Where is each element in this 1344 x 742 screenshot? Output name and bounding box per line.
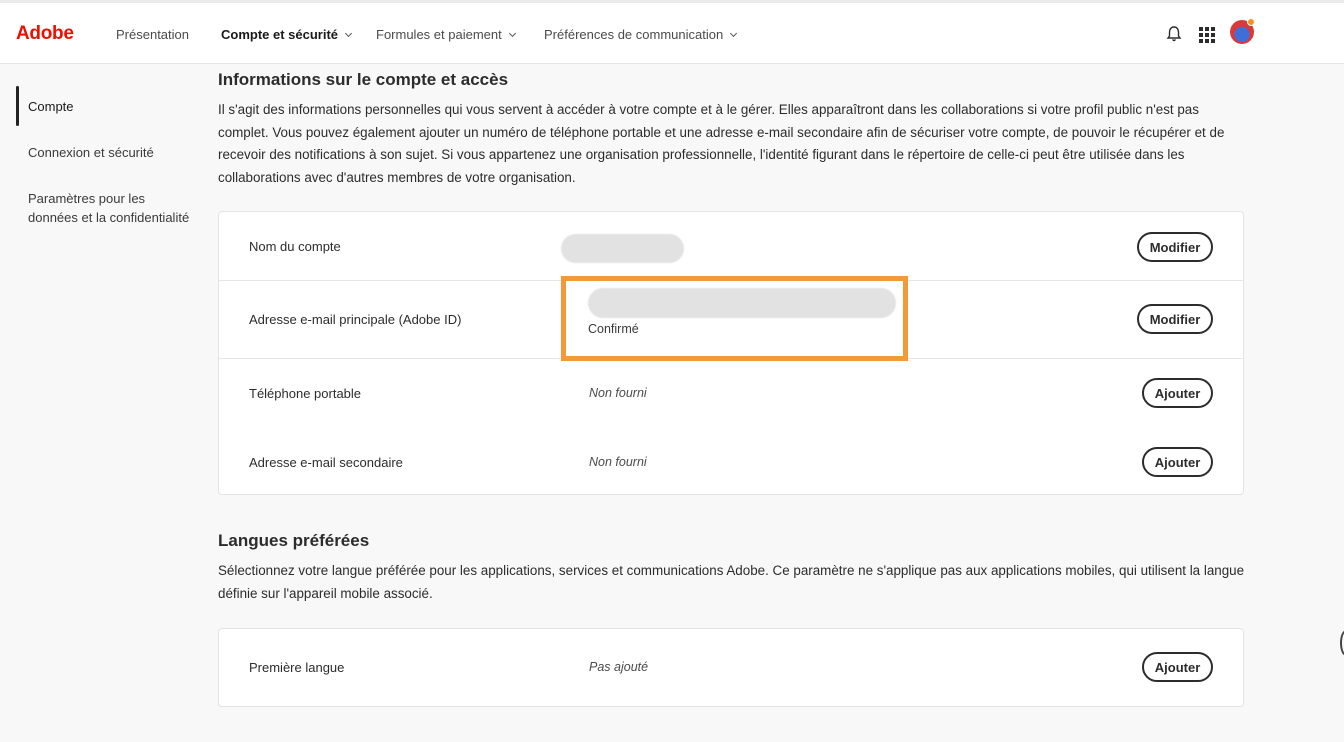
adobe-logo[interactable]: Adobe [16,23,74,45]
mobile-phone-row: Téléphone portable Non fourni Ajouter [219,359,1243,427]
mobile-phone-value: Non fourni [589,386,647,400]
account-section-title: Informations sur le compte et accès [218,70,509,89]
notification-dot [1247,18,1255,26]
row-label: Première langue [249,660,345,675]
sidebar-item-donnees-confidentialite[interactable]: Paramètres pour les données et la confid… [28,189,193,227]
nav-preferences-communication[interactable]: Préférences de communication [544,27,738,42]
nav-label: Formules et paiement [376,27,502,42]
secondary-email-value: Non fourni [589,455,647,469]
add-first-language-button[interactable]: Ajouter [1142,652,1213,682]
chevron-down-icon [730,29,738,37]
add-mobile-phone-button[interactable]: Ajouter [1142,378,1213,408]
redacted-account-name [561,234,684,263]
sidebar-item-compte[interactable]: Compte [28,97,193,116]
sidebar-active-indicator [16,86,19,126]
nav-formules-paiement[interactable]: Formules et paiement [376,27,516,42]
row-label: Adresse e-mail principale (Adobe ID) [249,312,462,327]
nav-compte-securite[interactable]: Compte et sécurité [221,27,353,42]
apps-grid-icon[interactable] [1199,27,1215,43]
row-label: Téléphone portable [249,386,362,401]
first-language-value: Pas ajouté [589,660,649,674]
nav-label: Préférences de communication [544,27,724,42]
row-label: Adresse e-mail secondaire [249,455,403,470]
nav-label: Compte et sécurité [221,27,339,42]
first-language-row: Première langue Pas ajouté Ajouter [219,629,1243,708]
row-label: Nom du compte [249,239,341,254]
modify-account-name-button[interactable]: Modifier [1137,232,1213,262]
languages-card: Première langue Pas ajouté Ajouter [218,628,1244,707]
help-button-edge[interactable] [1340,630,1344,656]
chevron-down-icon [508,29,516,37]
add-secondary-email-button[interactable]: Ajouter [1142,447,1213,477]
account-name-row: Nom du compte Modifier [219,212,1243,281]
nav-label: Présentation [116,27,189,42]
top-navigation-bar: Adobe Présentation Compte et sécurité Fo… [0,0,1344,64]
modify-primary-email-button[interactable]: Modifier [1137,304,1213,334]
secondary-email-row: Adresse e-mail secondaire Non fourni Ajo… [219,427,1243,495]
sidebar-item-connexion-securite[interactable]: Connexion et sécurité [28,143,193,162]
highlight-box [561,276,908,361]
languages-section-description: Sélectionnez votre langue préférée pour … [218,563,1245,601]
bell-icon[interactable] [1164,24,1184,44]
chevron-down-icon [345,29,353,37]
account-section-description: Il s'agit des informations personnelles … [218,102,1225,186]
languages-section-title: Langues préférées [218,531,370,550]
nav-presentation[interactable]: Présentation [116,27,189,42]
